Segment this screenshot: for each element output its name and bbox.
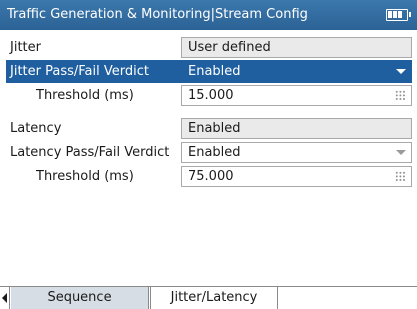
jitter-verdict-dropdown[interactable]: Enabled <box>181 61 412 82</box>
latency-threshold-input[interactable]: 75.000 <box>181 166 412 187</box>
tab-sequence[interactable]: Sequence <box>11 287 149 309</box>
tab-jitter-latency[interactable]: Jitter/Latency <box>150 287 278 309</box>
jitter-threshold-row: Threshold (ms) 15.000 <box>6 84 412 107</box>
jitter-label: Jitter <box>10 40 41 55</box>
jitter-threshold-input[interactable]: 15.000 <box>181 85 412 106</box>
tab-jitter-latency-label: Jitter/Latency <box>170 290 258 305</box>
jitter-row: Jitter User defined <box>6 36 412 59</box>
jitter-threshold-label: Threshold (ms) <box>36 88 134 103</box>
jitter-verdict-label: Jitter Pass/Fail Verdict <box>10 64 149 79</box>
latency-threshold-row: Threshold (ms) 75.000 <box>6 165 412 188</box>
battery-icon <box>386 9 411 21</box>
latency-value: Enabled <box>181 118 412 139</box>
tab-bar: Sequence Jitter/Latency <box>0 286 417 309</box>
jitter-verdict-value: Enabled <box>188 64 241 79</box>
scroll-left-icon[interactable] <box>0 287 10 309</box>
latency-label: Latency <box>10 121 62 136</box>
keypad-icon[interactable] <box>395 90 406 101</box>
latency-threshold-value: 75.000 <box>188 169 234 184</box>
latency-verdict-value: Enabled <box>188 145 241 160</box>
latency-verdict-dropdown[interactable]: Enabled <box>181 142 412 163</box>
window-title: Traffic Generation & Monitoring|Stream C… <box>7 7 308 22</box>
chevron-down-icon[interactable] <box>396 69 406 74</box>
chevron-down-icon[interactable] <box>396 150 406 155</box>
jitter-verdict-row[interactable]: Jitter Pass/Fail Verdict Enabled <box>6 60 412 83</box>
title-bar: Traffic Generation & Monitoring|Stream C… <box>0 0 417 30</box>
keypad-icon[interactable] <box>395 171 406 182</box>
latency-threshold-label: Threshold (ms) <box>36 169 134 184</box>
latency-verdict-row[interactable]: Latency Pass/Fail Verdict Enabled <box>6 141 412 164</box>
jitter-threshold-value: 15.000 <box>188 88 234 103</box>
jitter-value: User defined <box>181 37 412 58</box>
latency-verdict-label: Latency Pass/Fail Verdict <box>10 145 170 160</box>
latency-row: Latency Enabled <box>6 117 412 140</box>
tab-sequence-label: Sequence <box>47 290 112 305</box>
